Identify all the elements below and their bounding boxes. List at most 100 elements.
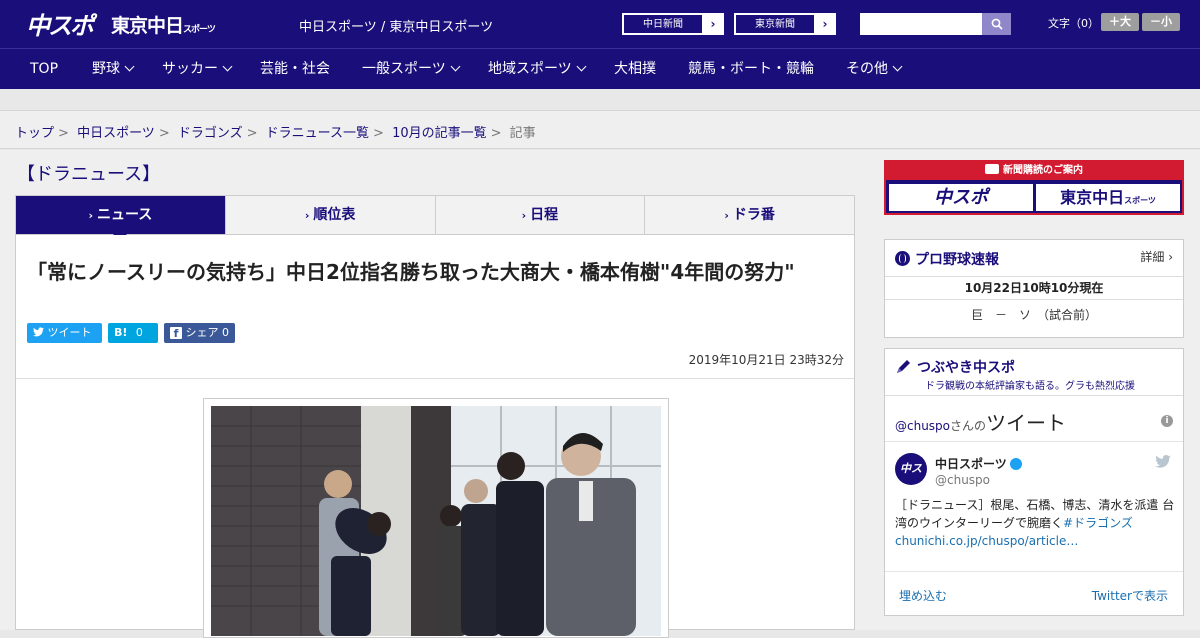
nav-item-other[interactable]: その他 <box>846 49 903 90</box>
tab-standings[interactable]: › 順位表 <box>224 196 435 234</box>
hatena-icon: B! <box>114 326 128 339</box>
nav-item-racing[interactable]: 競馬・ボート・競輪 <box>688 49 814 90</box>
article-photo[interactable] <box>211 406 661 636</box>
nav-label: その他 <box>846 61 888 77</box>
hatena-bookmark-button[interactable]: B! 0 <box>108 323 158 343</box>
divider <box>885 441 1183 442</box>
chevron-right-icon: › <box>304 209 310 222</box>
nav-item-top[interactable]: TOP <box>30 49 58 90</box>
nav-label: TOP <box>30 61 59 77</box>
baseball-game-row[interactable]: 巨 － ソ （試合前） <box>885 306 1183 323</box>
tweet-account-handle[interactable]: @chuspo <box>935 473 990 487</box>
tab-label: 順位表 <box>313 207 356 223</box>
top-header: 中スポ 東京中日スポーツ 中日スポーツ / 東京中日スポーツ 中日新聞 › 東京… <box>0 0 1200 48</box>
nav-label: 地域スポーツ <box>488 61 572 77</box>
breadcrumb-item[interactable]: 中日スポーツ <box>77 126 155 141</box>
subscription-heading-text: 新聞購読のご案内 <box>1003 165 1083 176</box>
subscription-tokyo-chunichi-text: 東京中日 <box>1060 188 1125 207</box>
tab-dora-ban[interactable]: › ドラ番 <box>644 196 854 234</box>
divider <box>16 378 854 379</box>
breadcrumb-item[interactable]: ドラゴンズ <box>178 126 243 141</box>
chevron-right-icon: › <box>710 17 716 31</box>
breadcrumb-item[interactable]: トップ <box>15 126 54 141</box>
tab-label: ドラ番 <box>732 207 775 223</box>
tokyo-shimbun-link[interactable]: 東京新聞 › <box>734 13 836 35</box>
tsubuyaki-title-text: つぶやき中スポ <box>917 360 1015 376</box>
baseball-title: プロ野球速報 <box>895 249 999 269</box>
divider <box>885 395 1183 396</box>
twitter-widget: つぶやき中スポ ドラ観戦の本紙評論家も語る。グラも熱烈応援 @chuspoさんの… <box>884 348 1184 616</box>
breadcrumb-bar: トップ > 中日スポーツ > ドラゴンズ > ドラニュース一覧 > 10月の記事一覧 > … <box>0 111 1200 149</box>
view-on-twitter-link[interactable]: Twitterで表示 <box>1092 587 1168 604</box>
publish-date: 2019年10月21日 23時32分 <box>688 353 844 367</box>
nav-label: 一般スポーツ <box>362 61 446 77</box>
site-name: 中日スポーツ / 東京中日スポーツ <box>299 20 494 35</box>
tokyo-chunichi-logo[interactable]: 東京中日スポーツ <box>111 11 216 38</box>
facebook-share-label: シェア <box>185 326 219 339</box>
avatar[interactable]: 中スポ <box>895 453 927 507</box>
tokyo-shimbun-label: 東京新聞 <box>735 14 815 34</box>
breadcrumb-item[interactable]: ドラニュース一覧 <box>266 126 369 141</box>
breadcrumb-separator: > <box>58 126 69 141</box>
article-photo-image <box>211 406 661 636</box>
tab-label: 日程 <box>530 207 559 223</box>
nav-label: サッカー <box>162 61 218 77</box>
font-decrease-button[interactable]: －小 <box>1142 13 1180 31</box>
tsubuyaki-title: つぶやき中スポ <box>895 357 1015 377</box>
subscription-banner[interactable]: 新聞購読のご案内 中スポ 東京中日スポーツ <box>884 160 1184 215</box>
info-icon[interactable]: i <box>1161 415 1173 427</box>
subscription-chuspo[interactable]: 中スポ <box>889 184 1033 211</box>
spacer-strip <box>0 89 1200 111</box>
nav-label: 芸能・社会 <box>260 61 330 77</box>
tweet-account-name-text: 中日スポーツ <box>935 457 1007 471</box>
breadcrumb: トップ > 中日スポーツ > ドラゴンズ > ドラニュース一覧 > 10月の記事一覧 > … <box>15 122 536 141</box>
breadcrumb-item[interactable]: 10月の記事一覧 <box>392 126 487 141</box>
font-size-label: 文字（0） <box>1048 17 1099 30</box>
nav-item-regional-sports[interactable]: 地域スポーツ <box>488 49 587 90</box>
tweet-account-name[interactable]: 中日スポーツ <box>935 455 1022 472</box>
nav-label: 野球 <box>92 61 120 77</box>
nav-item-sumo[interactable]: 大相撲 <box>614 49 656 90</box>
tweet-label: ツイート <box>47 326 92 339</box>
tab-label: ニュース <box>96 207 153 223</box>
tweet-button[interactable]: ツイート <box>27 323 102 343</box>
breadcrumb-separator: > <box>246 126 258 141</box>
main-nav: TOP 野球 サッカー 芸能・社会 一般スポーツ 地域スポーツ 大相撲 競馬・ボ… <box>0 48 1200 89</box>
chuspo-logo[interactable]: 中スポ <box>26 6 94 41</box>
facebook-icon: f <box>170 327 182 340</box>
nav-item-soccer[interactable]: サッカー <box>162 49 233 90</box>
timeline-handle[interactable]: @chuspo <box>895 419 950 433</box>
tab-news[interactable]: › ニュース <box>16 196 225 241</box>
article-headline: 「常にノースリーの気持ち」中日2位指名勝ち取った大商大・橋本侑樹"4年間の努力" <box>27 260 795 284</box>
search-box <box>860 13 1011 35</box>
chevron-down-icon <box>450 61 461 72</box>
tokyo-chunichi-logo-small: スポーツ <box>183 25 216 35</box>
article-card: 「常にノースリーの気持ち」中日2位指名勝ち取った大商大・橋本侑樹"4年間の努力"… <box>15 235 855 638</box>
baseball-as-of: 10月22日10時10分現在 <box>885 276 1183 300</box>
subscription-tokyo-chunichi[interactable]: 東京中日スポーツ <box>1036 184 1180 211</box>
breadcrumb-separator: > <box>158 126 170 141</box>
breadcrumb-separator: > <box>490 126 502 141</box>
nav-label: 競馬・ボート・競輪 <box>688 61 814 77</box>
search-icon <box>991 18 1003 30</box>
timeline-header: @chuspoさんのツイート <box>895 407 1066 436</box>
section-title: 【ドラニュース】 <box>17 164 161 185</box>
search-button[interactable] <box>982 13 1011 35</box>
chevron-right-icon: › <box>724 209 729 222</box>
twitter-bird-icon[interactable] <box>1155 455 1171 468</box>
facebook-share-button[interactable]: f シェア 0 <box>164 323 235 343</box>
baseball-detail-link[interactable]: 詳細 › <box>1140 248 1173 265</box>
font-increase-button[interactable]: ＋大 <box>1101 13 1139 31</box>
chunichi-shimbun-link[interactable]: 中日新聞 › <box>622 13 724 35</box>
nav-item-baseball[interactable]: 野球 <box>92 49 135 90</box>
tab-schedule[interactable]: › 日程 <box>434 196 645 234</box>
verified-badge-icon <box>1009 458 1022 470</box>
section-tabs: › ニュース › 順位表 › 日程 › ドラ番 <box>15 195 855 241</box>
nav-item-general-sports[interactable]: 一般スポーツ <box>362 49 461 90</box>
tweet-text: ［ドラニュース］根尾、石橋、博志、清水を派遣 台湾のウインターリーグで腕磨く#ド… <box>895 496 1177 550</box>
search-input[interactable] <box>860 13 982 35</box>
nav-item-entertainment[interactable]: 芸能・社会 <box>260 49 330 90</box>
embed-link[interactable]: 埋め込む <box>899 587 947 604</box>
chunichi-shimbun-label: 中日新聞 <box>623 14 703 34</box>
chevron-down-icon <box>576 61 587 72</box>
